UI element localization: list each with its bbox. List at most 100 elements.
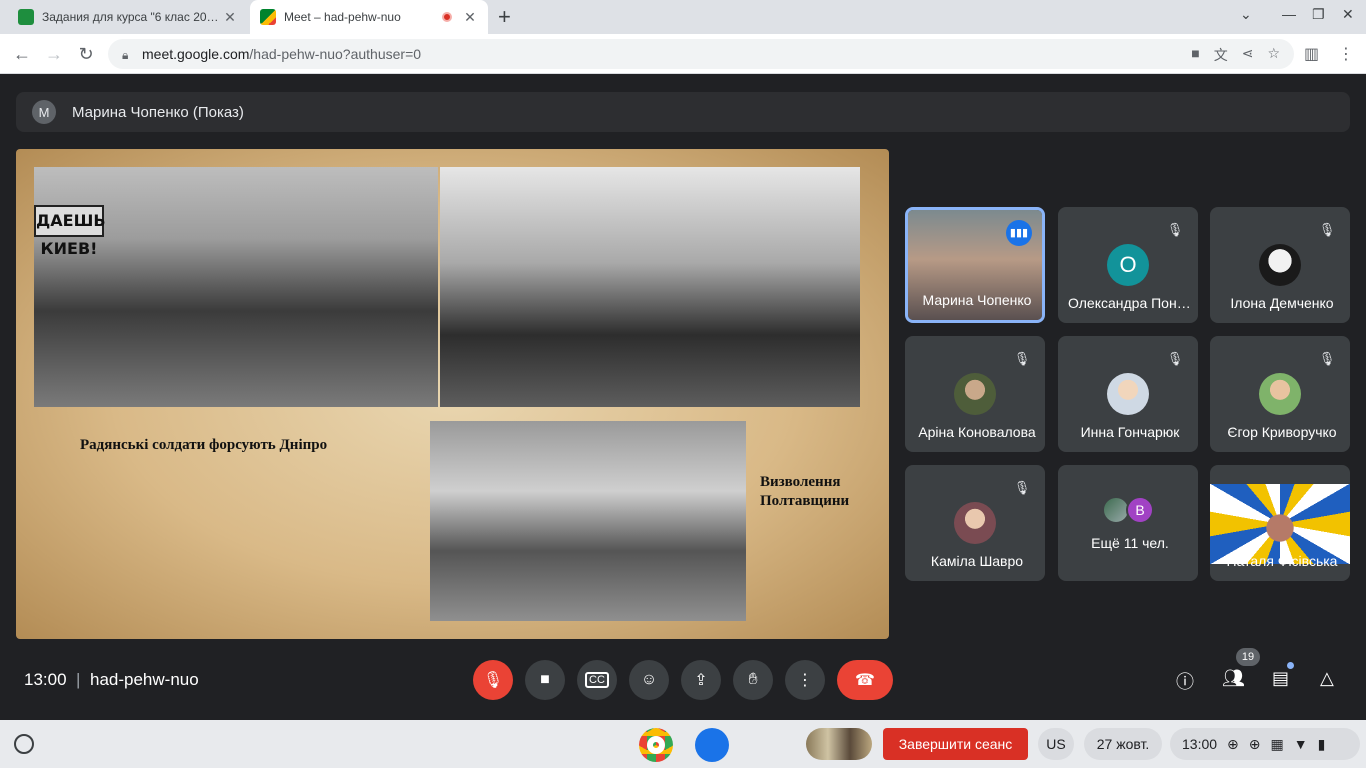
participant-name: Инна Гончарюк: [1080, 424, 1180, 440]
browser-toolbar: ← → ↻ 🔒︎ meet.google.com/had-pehw-nuo?au…: [0, 34, 1366, 74]
photo-poltava: [430, 421, 746, 621]
omnibox-actions: ■ 文 ⋖ ☆: [1191, 45, 1280, 65]
minimize-icon[interactable]: —: [1282, 6, 1296, 22]
mic-off-icon: 🎙︎: [1318, 222, 1336, 237]
participant-tile[interactable]: 🎙︎ Инна Гончарюк: [1058, 336, 1198, 452]
presenter-avatar: М: [32, 100, 56, 124]
mic-off-icon: 🎙︎: [1166, 351, 1184, 366]
address-bar[interactable]: 🔒︎ meet.google.com/had-pehw-nuo?authuser…: [108, 39, 1294, 69]
url-host: meet.google.com: [142, 46, 250, 62]
browser-tab-strip: Задания для курса "6 клас 2021" ✕ Meet –…: [0, 0, 1366, 34]
meeting-controls: 13:00 | had-pehw-nuo 🎙︎ ■ CC ☺ ⇪ ✋︎ ⋮ ☎︎…: [0, 640, 1366, 720]
chat-notification-dot: [1287, 662, 1294, 669]
presenter-bar: М Марина Чопенко (Показ): [16, 92, 1350, 132]
recording-icon: [442, 12, 452, 22]
side-panel-icon[interactable]: ▥: [1304, 44, 1319, 64]
date-display[interactable]: 27 жовт.: [1084, 728, 1162, 760]
forward-icon[interactable]: →: [42, 42, 66, 66]
tab-search-icon[interactable]: ⌄: [1240, 6, 1252, 23]
caption-poltava-2: Полтавщини: [760, 493, 850, 509]
tab-title: Задания для курса "6 клас 2021": [42, 10, 222, 24]
mic-off-icon: 🎙︎: [1318, 351, 1336, 366]
camera-toggle-button[interactable]: ■: [525, 660, 565, 700]
camera-icon[interactable]: ■: [1191, 45, 1199, 65]
keyboard-layout[interactable]: US: [1038, 728, 1074, 760]
captions-icon: CC: [585, 672, 609, 688]
translate-icon[interactable]: 文: [1214, 45, 1228, 65]
close-icon[interactable]: ✕: [462, 9, 478, 26]
participant-tile[interactable]: 🎙︎ Каміла Шавро: [905, 465, 1045, 581]
files-icon[interactable]: [695, 728, 729, 762]
browser-tab-classroom[interactable]: Задания для курса "6 клас 2021" ✕: [8, 0, 248, 34]
video-camera-icon: ■: [540, 671, 550, 688]
activities-icon[interactable]: △: [1320, 668, 1334, 689]
close-icon[interactable]: ✕: [222, 9, 238, 26]
mic-toggle-button[interactable]: 🎙︎: [473, 660, 513, 700]
speaking-icon: ▮▮▮: [1006, 220, 1032, 246]
share-icon[interactable]: ⋖: [1242, 45, 1254, 65]
participant-tile[interactable]: 🎙︎ Аріна Коновалова: [905, 336, 1045, 452]
emoji-icon: ☺: [640, 671, 658, 688]
participant-name: Ілона Демченко: [1230, 295, 1334, 311]
avatar: О: [1107, 244, 1149, 286]
new-tab-button[interactable]: +: [498, 4, 511, 30]
end-session-button[interactable]: Завершити сеанс: [883, 728, 1028, 760]
meeting-clock: 13:00: [24, 670, 67, 689]
browser-tab-meet[interactable]: Meet – had-pehw-nuo ✕: [250, 0, 488, 34]
close-window-icon[interactable]: ✕: [1342, 6, 1354, 23]
battery-icon: ▮: [1317, 735, 1326, 752]
hang-up-icon: ☎︎: [855, 672, 875, 689]
participant-tile[interactable]: 🎙︎ Ілона Демченко: [1210, 207, 1350, 323]
meeting-info-icon[interactable]: ⓘ: [1176, 668, 1194, 694]
avatar: [954, 502, 996, 544]
more-options-button[interactable]: ⋮: [785, 660, 825, 700]
photo-dnipro-crossing: [34, 167, 438, 407]
classroom-icon: [18, 9, 34, 25]
people-count-badge: 19: [1236, 648, 1260, 666]
system-tray[interactable]: 13:00 ⊕ ⊕ ▦ ▼ ▮: [1170, 728, 1360, 760]
holding-space-thumbnails[interactable]: [806, 728, 872, 760]
back-icon[interactable]: ←: [10, 42, 34, 66]
photo-battle: [440, 167, 860, 407]
add-circle-icon: ⊕: [1227, 735, 1239, 752]
leave-call-button[interactable]: ☎︎: [837, 660, 893, 700]
people-icon[interactable]: 👥︎: [1222, 668, 1245, 689]
participant-name: Каміла Шавро: [930, 553, 1024, 569]
lock-icon[interactable]: 🔒︎: [122, 48, 132, 62]
reload-icon[interactable]: ↻: [74, 42, 98, 66]
mic-off-icon: 🎙︎: [1013, 480, 1031, 495]
chrome-icon[interactable]: [639, 728, 673, 762]
avatar: [1259, 244, 1301, 286]
add-circle-icon: ⊕: [1248, 735, 1261, 752]
launcher-icon[interactable]: [14, 734, 34, 754]
mic-off-icon: 🎙︎: [482, 672, 504, 689]
bookmark-star-icon[interactable]: ☆: [1267, 45, 1280, 65]
more-participants-tile[interactable]: B Ещё 11 чел.: [1058, 465, 1198, 581]
captions-button[interactable]: CC: [577, 660, 617, 700]
mic-off-icon: 🎙︎: [1166, 222, 1184, 237]
caption-dnipro: Радянські солдати форсують Дніпро: [80, 437, 328, 453]
more-participants-label: Ещё 11 чел.: [1091, 535, 1169, 551]
kiev-sign: ДАЕШЬ КИЕВ!: [34, 205, 106, 258]
present-screen-icon: ⇪: [694, 672, 708, 689]
mic-off-icon: 🎙︎: [1013, 351, 1031, 366]
hand-icon: ✋︎: [748, 671, 758, 688]
url-path: /had-pehw-nuo?authuser=0: [249, 46, 422, 62]
menu-icon[interactable]: ⋮: [1338, 44, 1354, 64]
participant-tile[interactable]: Наталя Фісівська: [1210, 465, 1350, 581]
restore-icon[interactable]: ❐: [1312, 6, 1325, 23]
participant-name: Єгор Криворучко: [1227, 424, 1337, 440]
participant-name: Аріна Коновалова: [918, 424, 1036, 440]
present-button[interactable]: ⇪: [681, 660, 721, 700]
avatar: [1259, 373, 1301, 415]
participant-tile[interactable]: 🎙︎ Єгор Криворучко: [1210, 336, 1350, 452]
reactions-button[interactable]: ☺: [629, 660, 669, 700]
raise-hand-button[interactable]: ✋︎: [733, 660, 773, 700]
participant-tile[interactable]: ▮▮▮ Марина Чопенко: [905, 207, 1045, 323]
participant-tile[interactable]: 🎙︎ О Олександра Пономаренко: [1058, 207, 1198, 323]
enterprise-icon: ▦: [1270, 735, 1284, 752]
separator: |: [76, 670, 81, 689]
meet-icon: [260, 9, 276, 25]
meeting-code: had-pehw-nuo: [90, 670, 199, 689]
chat-icon[interactable]: ▤: [1272, 668, 1289, 689]
